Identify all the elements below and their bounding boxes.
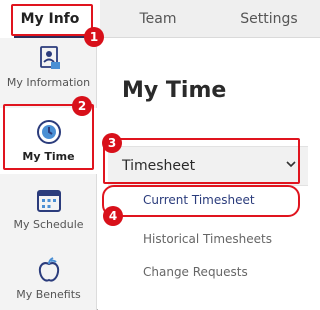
tab-label: Settings (240, 11, 298, 27)
sidebar-item-label: My Time (22, 150, 75, 163)
menu-item-current-timesheet[interactable]: Current Timesheet (143, 193, 255, 207)
step-badge: 1 (84, 27, 104, 47)
tab-label: Team (139, 11, 177, 27)
step-badge: 4 (103, 206, 123, 226)
tab-team[interactable]: Team (118, 0, 198, 38)
menu-item-change-requests[interactable]: Change Requests (143, 265, 248, 279)
tab-settings[interactable]: Settings (224, 0, 314, 38)
main-content: My Time Timesheet Current Timesheet Hist… (98, 38, 320, 310)
calendar-icon (36, 190, 61, 212)
sidebar-item-label: My Information (6, 76, 91, 89)
sidebar-item-my-time[interactable]: My Time (0, 108, 97, 174)
tab-label: My Info (20, 11, 80, 27)
sidebar-item-label: My Schedule (13, 218, 84, 231)
apple-icon (38, 257, 59, 282)
page-title: My Time (122, 78, 227, 103)
step-badge: 2 (72, 96, 92, 116)
sidebar-item-label: My Benefits (16, 288, 81, 301)
menu-item-historical-timesheets[interactable]: Historical Timesheets (143, 232, 272, 246)
id-card-icon (39, 46, 60, 69)
sidebar-item-my-schedule[interactable]: My Schedule (0, 186, 97, 246)
timesheet-accordion-header[interactable]: Timesheet (108, 146, 308, 186)
top-tab-bar: My Info Team Settings (0, 0, 320, 38)
sidebar-item-my-benefits[interactable]: My Benefits (0, 256, 97, 310)
clock-icon (36, 120, 61, 144)
step-badge: 3 (102, 133, 122, 153)
accordion-label: Timesheet (122, 158, 196, 174)
chevron-down-icon (286, 161, 296, 168)
sidebar: My Information My Time My Schedule My Be… (0, 38, 97, 310)
